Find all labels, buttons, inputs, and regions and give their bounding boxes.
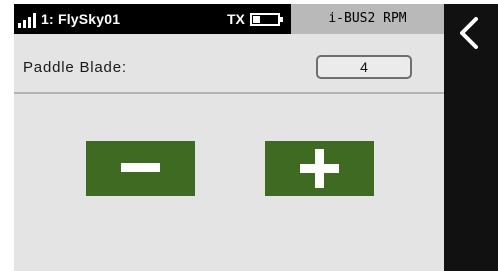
model-name: 1: FlySky01	[41, 11, 121, 27]
chevron-left-icon	[460, 17, 478, 49]
rpm-settings-screen: 1: FlySky01 TX i-BUS2 RPM Paddle Blade: …	[14, 4, 444, 271]
paddle-blade-label: Paddle Blade:	[23, 59, 127, 76]
minus-icon	[86, 141, 195, 196]
navigation-panel	[444, 4, 498, 271]
paddle-blade-row: Paddle Blade: 4	[14, 34, 444, 94]
battery-level	[253, 16, 260, 23]
paddle-blade-value-field[interactable]: 4	[316, 55, 412, 79]
battery-icon	[250, 13, 283, 26]
decrease-button[interactable]	[86, 141, 195, 196]
tx-label: TX	[227, 11, 245, 27]
page-title: i-BUS2 RPM	[291, 4, 444, 34]
status-bar: 1: FlySky01 TX	[14, 4, 291, 34]
signal-strength-icon	[18, 13, 40, 28]
plus-icon	[265, 141, 374, 196]
top-bar: 1: FlySky01 TX i-BUS2 RPM	[14, 4, 444, 34]
increase-button[interactable]	[265, 141, 374, 196]
back-button[interactable]	[444, 4, 498, 64]
